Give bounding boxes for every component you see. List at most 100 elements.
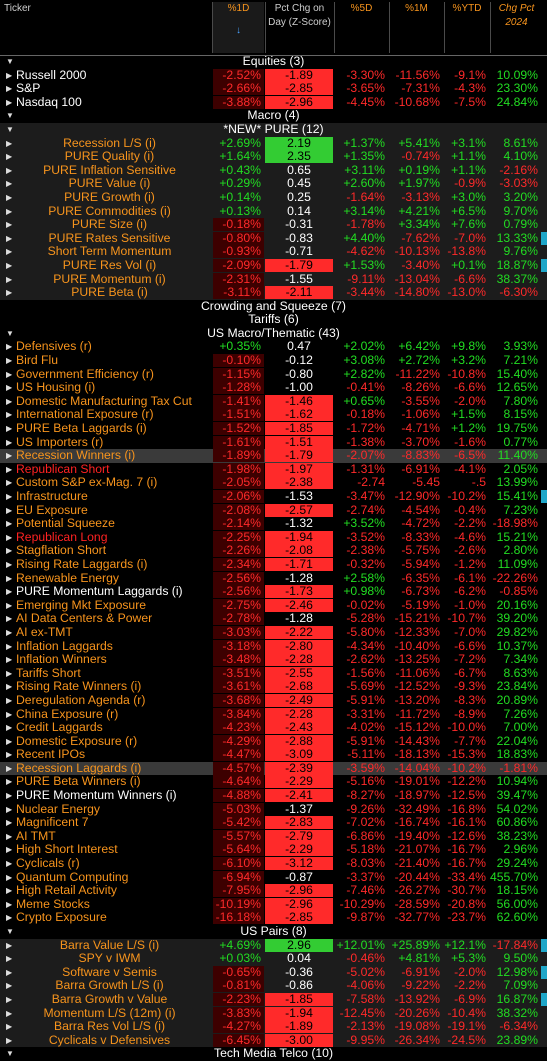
- section-header-row[interactable]: ▼ *NEW* PURE (12): [0, 122, 547, 137]
- table-row[interactable]: ▶ Government Efficiency (r) -1.15% -0.80 +2.…: [0, 367, 547, 382]
- ticker-name[interactable]: Recession L/S (i): [6, 137, 213, 150]
- ticker-name[interactable]: High Short Interest: [16, 843, 213, 856]
- table-row[interactable]: ▶ Credit Laggards -4.23% -2.43 -4.02% -15.12%…: [0, 721, 547, 735]
- table-row[interactable]: ▶ EU Exposure -2.08% -2.57 -2.74% -4.54% -0.4%…: [0, 503, 547, 518]
- table-row[interactable]: ▶ Barra Value L/S (i) +4.69% 2.96 +12.01% +25…: [0, 938, 547, 953]
- ticker-name[interactable]: S&P: [16, 82, 213, 95]
- table-row[interactable]: ▶ Nasdaq 100 -3.88% -2.96 -4.45% -10.68% -7.5%…: [0, 95, 547, 110]
- table-row[interactable]: ▶ SPY v IWM +0.03% 0.04 -0.46% +4.81% +5.3% 9.5…: [0, 952, 547, 966]
- expand-arrow-icon[interactable]: ▶: [6, 912, 12, 924]
- expand-arrow-icon[interactable]: ▶: [6, 885, 12, 897]
- expand-arrow-icon[interactable]: ▶: [6, 505, 12, 517]
- ticker-name[interactable]: PURE Res Vol (i): [6, 259, 213, 272]
- section-header-row[interactable]: Tariffs (6): [0, 313, 547, 327]
- expand-arrow-icon[interactable]: ▶: [6, 858, 12, 870]
- table-row[interactable]: ▶ Magnificent 7 -5.42% -2.83 -7.02% -16.74% -1…: [0, 816, 547, 830]
- ticker-name[interactable]: PURE Rates Sensitive: [6, 232, 213, 245]
- table-row[interactable]: ▶ Barra Growth v Value -2.23% -1.85 -7.58% -1…: [0, 992, 547, 1007]
- ticker-name[interactable]: SPY v IWM: [6, 952, 213, 965]
- table-row[interactable]: ▶ Recent IPOs -4.47% -3.09 -5.11% -18.13% -15.…: [0, 748, 547, 762]
- collapse-arrow-icon[interactable]: ▼: [6, 109, 14, 122]
- ticker-name[interactable]: Infrastructure: [16, 490, 213, 503]
- expand-arrow-icon[interactable]: ▶: [6, 817, 12, 829]
- expand-arrow-icon[interactable]: ▶: [6, 355, 12, 367]
- ticker-name[interactable]: AI TMT: [16, 830, 213, 843]
- table-row[interactable]: ▶ PURE Beta Laggards (i) -1.52% -1.85 -1.72%…: [0, 422, 547, 436]
- table-row[interactable]: ▶ Cyclicals v Defensives -6.45% -3.00 -9.95%…: [0, 1033, 547, 1048]
- table-row[interactable]: ▶ Infrastructure -2.06% -1.53 -3.47% -12.90% -…: [0, 490, 547, 504]
- table-row[interactable]: ▶ PURE Value (i) +0.29% 0.45 +2.60% +1.97% -0.…: [0, 177, 547, 191]
- section-header-row[interactable]: Crowding and Squeeze (7): [0, 299, 547, 314]
- table-row[interactable]: ▶ PURE Momentum Winners (i) -4.88% -2.41 -8.…: [0, 789, 547, 803]
- column-header-1m[interactable]: %1M: [389, 2, 443, 53]
- expand-arrow-icon[interactable]: ▶: [6, 369, 12, 381]
- column-header-chg-2024[interactable]: Chg Pct 2024: [490, 2, 542, 53]
- table-row[interactable]: ▶ PURE Inflation Sensitive +0.43% 0.65 +3.11…: [0, 163, 547, 178]
- expand-arrow-icon[interactable]: ▶: [6, 477, 12, 489]
- expand-arrow-icon[interactable]: ▶: [6, 423, 12, 435]
- ticker-name[interactable]: Barra Res Vol L/S (i): [6, 1020, 213, 1033]
- expand-arrow-icon[interactable]: ▶: [6, 872, 12, 884]
- table-row[interactable]: ▶ Short Term Momentum -0.93% -0.71 -4.62% -10…: [0, 245, 547, 259]
- expand-arrow-icon[interactable]: ▶: [6, 586, 12, 598]
- expand-arrow-icon[interactable]: ▶: [6, 722, 12, 734]
- table-row[interactable]: ▶ Domestic Manufacturing Tax Cut -1.41% -1.…: [0, 394, 547, 409]
- ticker-name[interactable]: Software v Semis: [6, 966, 213, 979]
- expand-arrow-icon[interactable]: ▶: [6, 776, 12, 788]
- ticker-name[interactable]: Cyclicals (r): [16, 857, 213, 870]
- collapse-arrow-icon[interactable]: ▼: [6, 327, 14, 340]
- table-row[interactable]: ▶ AI Data Centers & Power -2.78% -1.28 -5.28…: [0, 612, 547, 626]
- ticker-name[interactable]: PURE Momentum (i): [6, 273, 213, 286]
- ticker-name[interactable]: Emerging Mkt Exposure: [16, 599, 213, 612]
- expand-arrow-icon[interactable]: ▶: [6, 831, 12, 843]
- collapse-arrow-icon[interactable]: ▼: [6, 925, 14, 938]
- ticker-name[interactable]: Rising Rate Laggards (i): [16, 558, 213, 571]
- expand-arrow-icon[interactable]: ▶: [6, 790, 12, 802]
- table-row[interactable]: ▶ US Housing (i) -1.28% -1.00 -0.41% -8.26% -6…: [0, 381, 547, 395]
- table-row[interactable]: ▶ Deregulation Agenda (r) -3.68% -2.49 -5.91…: [0, 693, 547, 708]
- table-row[interactable]: ▶ China Exposure (r) -3.84% -2.28 -3.31% -11.…: [0, 707, 547, 722]
- expand-arrow-icon[interactable]: ▶: [6, 70, 12, 82]
- table-row[interactable]: ▶ Russell 2000 -2.52% -1.89 -3.30% -11.56% -9.…: [0, 68, 547, 83]
- expand-arrow-icon[interactable]: ▶: [6, 641, 12, 653]
- ticker-name[interactable]: PURE Beta (i): [6, 286, 213, 299]
- ticker-name[interactable]: Domestic Manufacturing Tax Cut: [16, 395, 213, 408]
- section-header-row[interactable]: ▼ US Macro/Thematic (43): [0, 326, 547, 341]
- ticker-name[interactable]: Custom S&P ex-Mag. 7 (i): [16, 476, 213, 489]
- ticker-name[interactable]: Nasdaq 100: [16, 96, 213, 109]
- expand-arrow-icon[interactable]: ▶: [6, 668, 12, 680]
- ticker-name[interactable]: Republican Long: [16, 531, 213, 544]
- table-row[interactable]: ▶ S&P -2.66% -2.85 -3.65% -7.31% -4.3% 23.30%: [0, 82, 547, 96]
- ticker-name[interactable]: Renewable Energy: [16, 572, 213, 585]
- expand-arrow-icon[interactable]: ▶: [6, 749, 12, 761]
- table-row[interactable]: ▶ Quantum Computing -6.94% -0.87 -3.37% -20.4…: [0, 870, 547, 885]
- ticker-name[interactable]: PURE Growth (i): [6, 191, 213, 204]
- ticker-name[interactable]: PURE Value (i): [6, 177, 213, 190]
- table-row[interactable]: ▶ PURE Growth (i) +0.14% 0.25 -1.64% -3.13% +3…: [0, 190, 547, 205]
- collapse-arrow-icon[interactable]: ▼: [6, 1047, 14, 1060]
- ticker-name[interactable]: US Housing (i): [16, 381, 213, 394]
- expand-arrow-icon[interactable]: ▶: [6, 491, 12, 503]
- table-row[interactable]: ▶ PURE Rates Sensitive -0.80% -0.83 +4.40% -7…: [0, 231, 547, 246]
- ticker-name[interactable]: High Retail Activity: [16, 884, 213, 897]
- ticker-name[interactable]: Recent IPOs: [16, 748, 213, 761]
- ticker-name[interactable]: Russell 2000: [16, 69, 213, 82]
- ticker-name[interactable]: Meme Stocks: [16, 898, 213, 911]
- table-row[interactable]: ▶ Cyclicals (r) -6.10% -3.12 -8.03% -21.40% -1…: [0, 857, 547, 871]
- ticker-name[interactable]: US Importers (r): [16, 436, 213, 449]
- ticker-name[interactable]: International Exposure (r): [16, 408, 213, 421]
- table-row[interactable]: ▶ PURE Beta (i) -3.11% -2.11 -3.44% -14.80% -1…: [0, 286, 547, 300]
- table-row[interactable]: ▶ Tariffs Short -3.51% -2.55 -1.56% -11.06% -6…: [0, 666, 547, 681]
- expand-arrow-icon[interactable]: ▶: [6, 382, 12, 394]
- expand-arrow-icon[interactable]: ▶: [6, 600, 12, 612]
- table-row[interactable]: ▶ Barra Growth L/S (i) -0.81% -0.86 -4.06% -9…: [0, 979, 547, 993]
- table-row[interactable]: ▶ US Importers (r) -1.61% -1.51 -1.38% -3.70%…: [0, 435, 547, 450]
- expand-arrow-icon[interactable]: ▶: [6, 559, 12, 571]
- ticker-name[interactable]: EU Exposure: [16, 504, 213, 517]
- ticker-name[interactable]: PURE Quality (i): [6, 150, 213, 163]
- ticker-name[interactable]: PURE Size (i): [6, 218, 213, 231]
- table-row[interactable]: ▶ Recession Laggards (i) -4.57% -2.39 -3.59%…: [0, 761, 547, 776]
- expand-arrow-icon[interactable]: ▶: [6, 709, 12, 721]
- table-row[interactable]: ▶ Recession L/S (i) +2.69% 2.19 +1.37% +5.41%…: [0, 136, 547, 151]
- table-row[interactable]: ▶ Emerging Mkt Exposure -2.75% -2.46 -0.02% -…: [0, 598, 547, 613]
